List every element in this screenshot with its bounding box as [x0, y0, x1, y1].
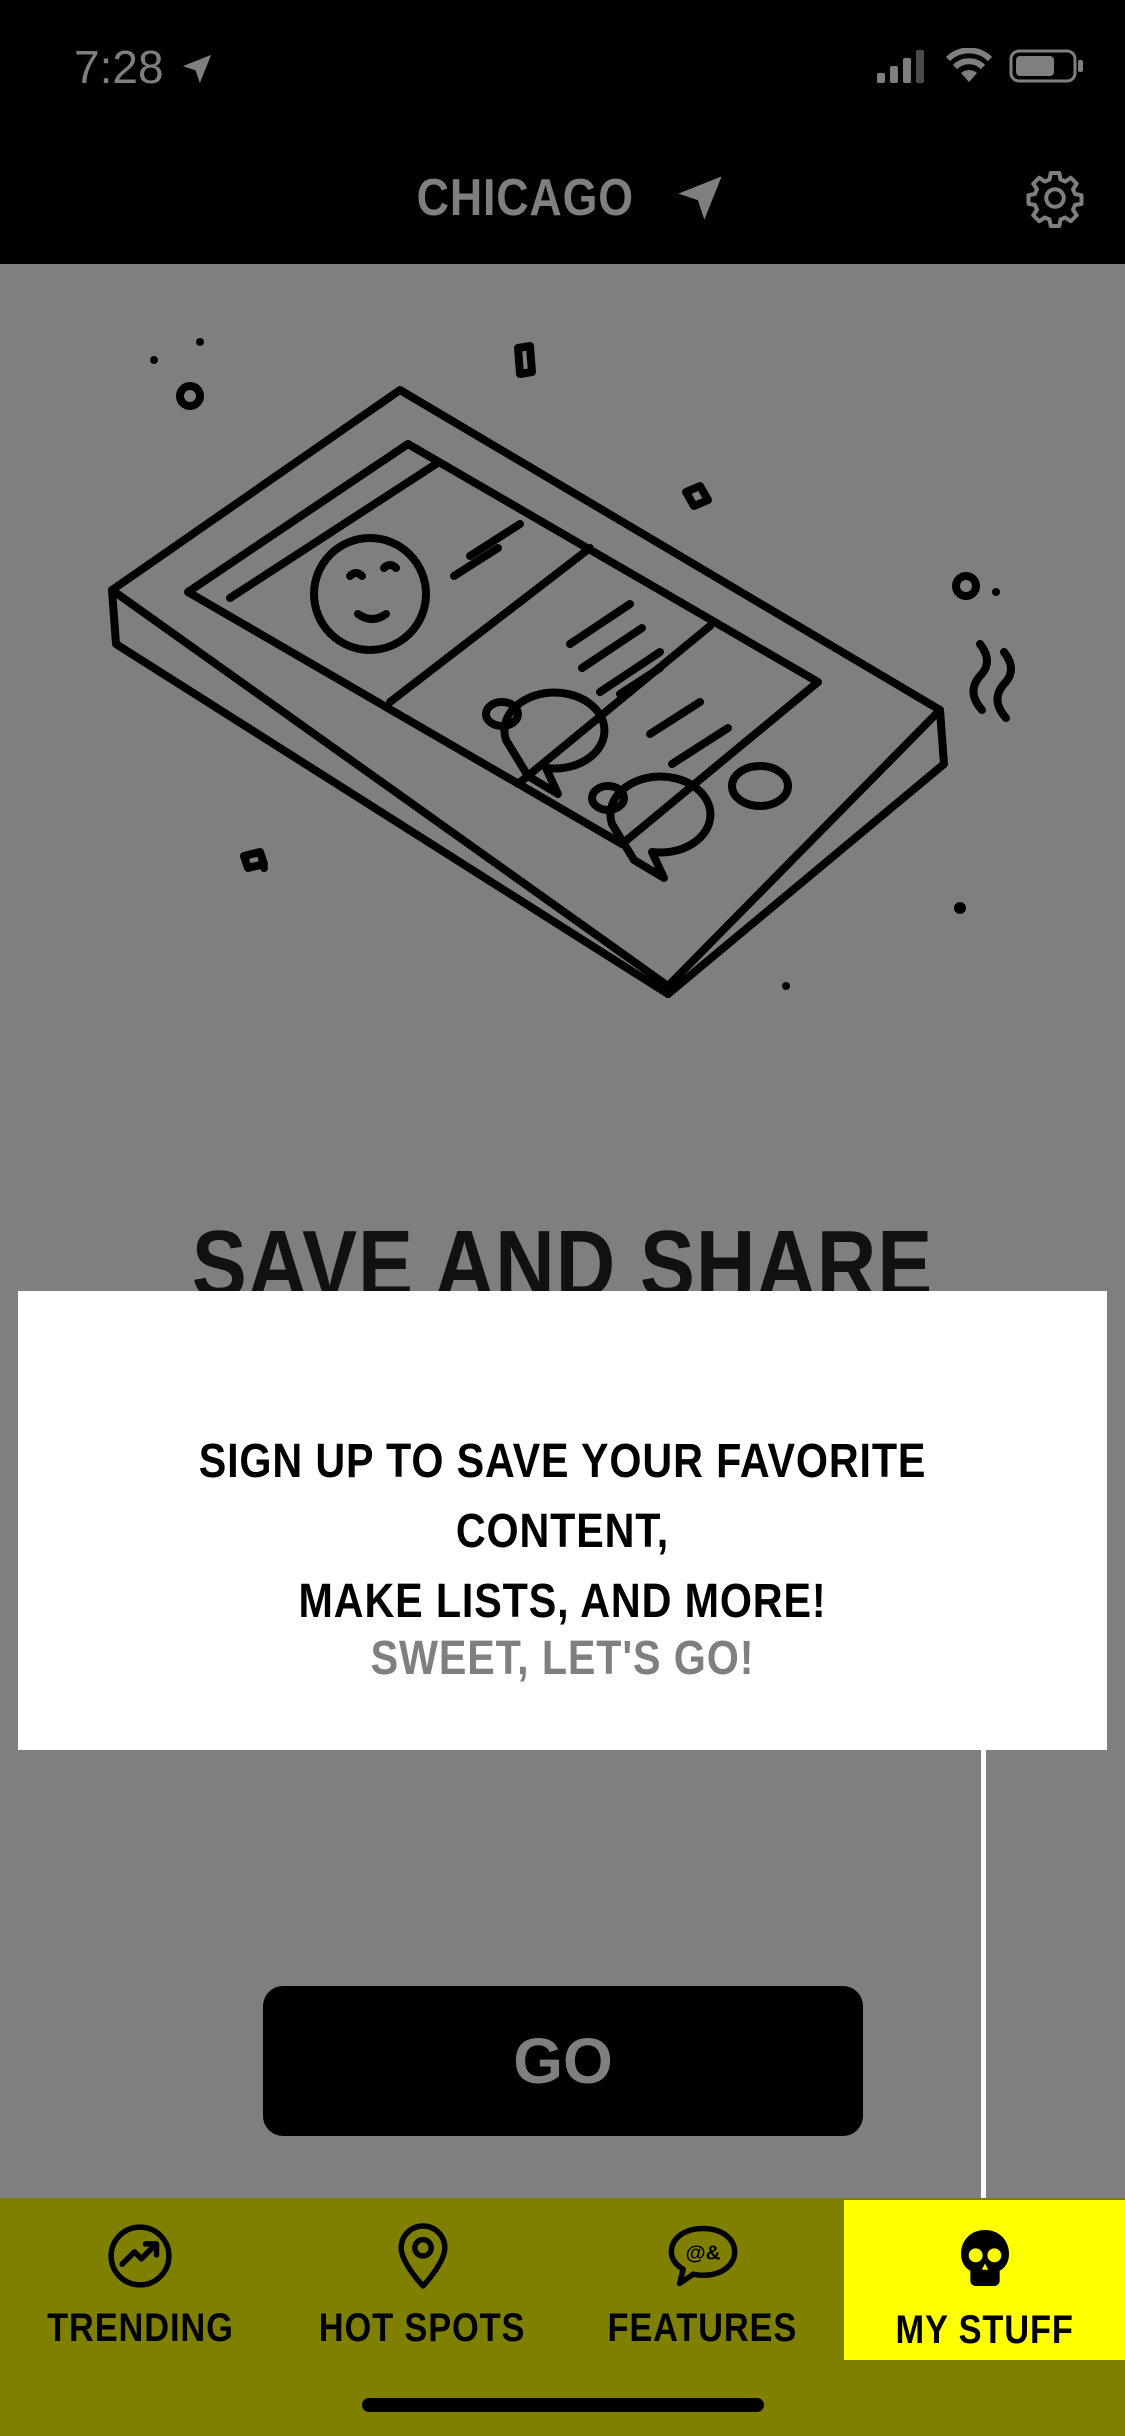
tab-my-stuff[interactable]: MY STUFF [844, 2200, 1125, 2360]
wifi-icon [945, 48, 993, 82]
tab-label: MY STUFF [895, 2308, 1074, 2352]
go-button[interactable]: GO [263, 1986, 863, 2136]
location-pin-icon [397, 2223, 448, 2289]
gear-icon[interactable] [1025, 168, 1085, 228]
header: CHICAGO [0, 132, 1125, 264]
tab-label: FEATURES [607, 2306, 798, 2350]
callout-pointer-line [981, 1750, 986, 2202]
battery-icon [1009, 49, 1083, 83]
home-indicator [362, 2398, 764, 2412]
tab-label: TRENDING [46, 2306, 234, 2350]
location-arrow-icon [678, 176, 722, 220]
tab-label: HOT SPOTS [319, 2306, 526, 2350]
callout-dismiss-button[interactable]: SWEET, LET'S GO! [94, 1631, 1031, 1686]
tab-hot-spots[interactable]: HOT SPOTS [319, 2198, 526, 2360]
tab-trending[interactable]: TRENDING [40, 2198, 240, 2360]
status-bar: 7:28 [0, 0, 1125, 132]
callout-message: SIGN UP TO SAVE YOUR FAVORITE CONTENT, M… [94, 1427, 1031, 1637]
city-selector[interactable]: CHICAGO [0, 168, 1125, 228]
signup-callout: SIGN UP TO SAVE YOUR FAVORITE CONTENT, M… [18, 1291, 1107, 1750]
signal-icon [877, 50, 924, 83]
trending-icon [108, 2224, 172, 2288]
status-time: 7:28 [74, 41, 164, 93]
phone-illustration [108, 338, 1015, 998]
skull-icon [960, 2230, 1009, 2286]
city-name: CHICAGO [416, 169, 635, 227]
callout-line-1: SIGN UP TO SAVE YOUR FAVORITE CONTENT, [198, 1435, 927, 1558]
callout-line-2: MAKE LISTS, AND MORE! [298, 1575, 827, 1628]
tab-features[interactable]: @& FEATURES [600, 2198, 805, 2360]
svg-text:@&: @& [685, 2241, 720, 2264]
speech-bubble-icon: @& [668, 2225, 737, 2287]
location-arrow-icon [182, 54, 212, 84]
status-indicators [877, 48, 1085, 84]
